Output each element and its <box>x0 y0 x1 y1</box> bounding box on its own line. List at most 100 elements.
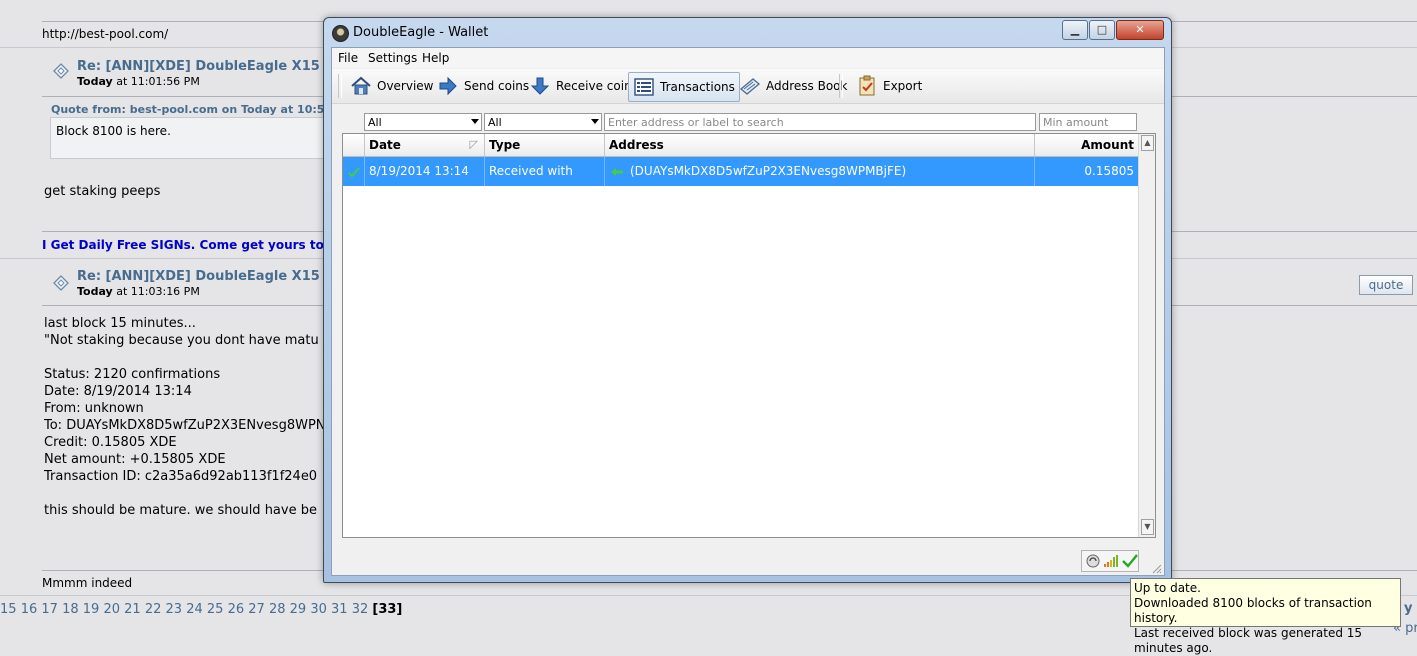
address-book-icon <box>739 78 761 95</box>
page-link[interactable]: 29 <box>290 602 307 617</box>
vertical-scrollbar[interactable]: ▲ ▼ <box>1138 134 1155 537</box>
amount-column-label: Amount <box>1081 138 1134 152</box>
minimize-button[interactable]: ▁ <box>1062 20 1088 40</box>
type-column-header[interactable]: Type <box>485 134 605 156</box>
overview-label: Overview <box>377 79 434 93</box>
scroll-up-icon[interactable]: ▲ <box>1141 135 1154 151</box>
transactions-button[interactable]: Transactions <box>628 72 740 102</box>
maximize-button[interactable]: □ <box>1089 20 1115 40</box>
wallet-window: DoubleEagle - Wallet ▁ □ ✕ File Settings… <box>323 17 1172 583</box>
post-line: last block 15 minutes... <box>44 316 196 331</box>
page-link[interactable]: 21 <box>124 602 141 617</box>
address-book-label: Address Book <box>766 79 848 93</box>
scroll-down-icon[interactable]: ▼ <box>1141 519 1154 535</box>
transactions-label: Transactions <box>660 80 735 94</box>
page-link[interactable]: 22 <box>145 602 162 617</box>
post-line: "Not staking because you dont have matu <box>44 333 319 348</box>
page-link[interactable]: 28 <box>269 602 286 617</box>
post-date: Today at 11:01:56 PM <box>77 75 200 88</box>
page-link[interactable]: 17 <box>41 602 58 617</box>
quote-button[interactable]: quote <box>1359 275 1413 295</box>
address-text: (DUAYsMkDX8D5wfZuP2X3ENvesg8WPMBjFE) <box>630 164 907 178</box>
export-label: Export <box>883 79 923 93</box>
tooltip-line: Last received block was generated 15 min… <box>1134 626 1363 655</box>
post-date-prefix: Today <box>77 285 113 298</box>
connections-icon <box>1104 555 1118 567</box>
amount-column-header[interactable]: Amount <box>1035 134 1138 156</box>
page-link[interactable]: 27 <box>248 602 265 617</box>
page-link[interactable]: 19 <box>83 602 100 617</box>
synced-check-icon <box>1122 554 1138 568</box>
search-placeholder: Enter address or label to search <box>608 116 784 129</box>
overview-button[interactable]: Overview <box>346 72 438 100</box>
page-link[interactable]: 23 <box>166 602 183 617</box>
title-bar[interactable]: DoubleEagle - Wallet ▁ □ ✕ <box>324 18 1171 46</box>
post-title[interactable]: Re: [ANN][XDE] DoubleEagle X15 - <box>77 269 330 284</box>
tooltip-line: Downloaded 8100 blocks of transaction hi… <box>1134 596 1372 625</box>
status-cell <box>343 157 365 186</box>
page-link[interactable]: 15 <box>0 602 17 617</box>
send-arrow-icon <box>439 76 457 96</box>
post-date-time: at 11:01:56 PM <box>112 75 200 88</box>
page-link[interactable]: 24 <box>186 602 203 617</box>
page-link[interactable]: 16 <box>21 602 38 617</box>
wallet-client-area: File Settings Help Overview Send coins R… <box>331 47 1165 576</box>
quote-text: Block 8100 is here. <box>56 124 171 138</box>
sort-indicator-icon: ◸ <box>469 138 478 151</box>
export-icon <box>859 75 875 96</box>
menu-settings[interactable]: Settings <box>368 51 417 65</box>
page-link[interactable]: 18 <box>62 602 79 617</box>
page-link[interactable]: 30 <box>310 602 327 617</box>
staking-icon <box>1086 554 1100 568</box>
signature-link[interactable]: http://best-pool.com/ <box>42 27 168 41</box>
address-search-input[interactable]: Enter address or label to search <box>604 113 1036 131</box>
toolbar-separator <box>338 74 342 98</box>
home-icon <box>351 76 371 95</box>
post-date-time: at 11:03:16 PM <box>112 285 200 298</box>
date-filter-value: All <box>368 116 382 129</box>
date-column-header[interactable]: Date ◸ <box>365 134 485 156</box>
status-icons[interactable] <box>1081 550 1139 572</box>
signature: Mmmm indeed <box>42 576 133 590</box>
send-coins-button[interactable]: Send coins <box>433 72 533 100</box>
amount-cell: 0.15805 <box>1084 164 1134 178</box>
signature-link[interactable]: I Get Daily Free SIGNs. Come get yours t… <box>42 238 332 252</box>
menu-file[interactable]: File <box>338 51 358 65</box>
quote-header[interactable]: Quote from: best-pool.com on Today at 10… <box>51 103 344 116</box>
post-body: last block 15 minutes... "Not staking be… <box>44 315 326 519</box>
close-button[interactable]: ✕ <box>1116 20 1164 40</box>
table-header: Date ◸ Type Address Amount <box>343 134 1138 157</box>
pagination: 15 16 17 18 19 20 21 22 23 24 25 26 27 2… <box>0 602 403 617</box>
sync-status-tooltip: Up to date. Downloaded 8100 blocks of tr… <box>1130 578 1401 655</box>
table-row[interactable]: 8/19/2014 13:14 Received with (DUAYsMkDX… <box>343 157 1138 186</box>
min-amount-input[interactable]: Min amount <box>1039 113 1137 131</box>
post-line <box>44 349 326 366</box>
min-amount-placeholder: Min amount <box>1043 116 1109 129</box>
type-filter-select[interactable]: All <box>484 113 602 131</box>
post-line: Status: 2120 confirmations <box>44 367 221 382</box>
page-link[interactable]: 25 <box>207 602 224 617</box>
page-link[interactable]: 32 <box>352 602 369 617</box>
receive-coins-label: Receive coins <box>556 79 638 93</box>
post-line: Date: 8/19/2014 13:14 <box>44 384 192 399</box>
toolbar-separator <box>839 74 843 98</box>
page-link[interactable]: 20 <box>103 602 120 617</box>
post-title[interactable]: Re: [ANN][XDE] DoubleEagle X15 - <box>77 59 330 74</box>
export-button[interactable]: Export <box>852 72 926 100</box>
page-link[interactable]: 26 <box>228 602 245 617</box>
date-filter-select[interactable]: All <box>364 113 482 131</box>
address-book-button[interactable]: Address Book <box>735 72 851 100</box>
receive-coins-button[interactable]: Receive coins <box>525 72 642 100</box>
post-date: Today at 11:03:16 PM <box>77 285 200 298</box>
menu-help[interactable]: Help <box>422 51 449 65</box>
transactions-table: Date ◸ Type Address Amount 8/19/2014 13:… <box>342 133 1156 538</box>
quote-box: Block 8100 is here. <box>50 117 337 159</box>
post-line: To: DUAYsMkDX8D5wfZuP2X3ENvesg8WPN <box>44 418 326 433</box>
status-column-header[interactable] <box>343 134 365 156</box>
address-column-header[interactable]: Address <box>605 134 1035 156</box>
send-coins-label: Send coins <box>464 79 530 93</box>
edge-link[interactable]: y <box>1404 601 1412 616</box>
page-link[interactable]: 31 <box>331 602 348 617</box>
post-line: Transaction ID: c2a35a6d92ab113f1f24e0 <box>44 469 318 484</box>
resize-grip-icon[interactable] <box>1150 562 1162 574</box>
